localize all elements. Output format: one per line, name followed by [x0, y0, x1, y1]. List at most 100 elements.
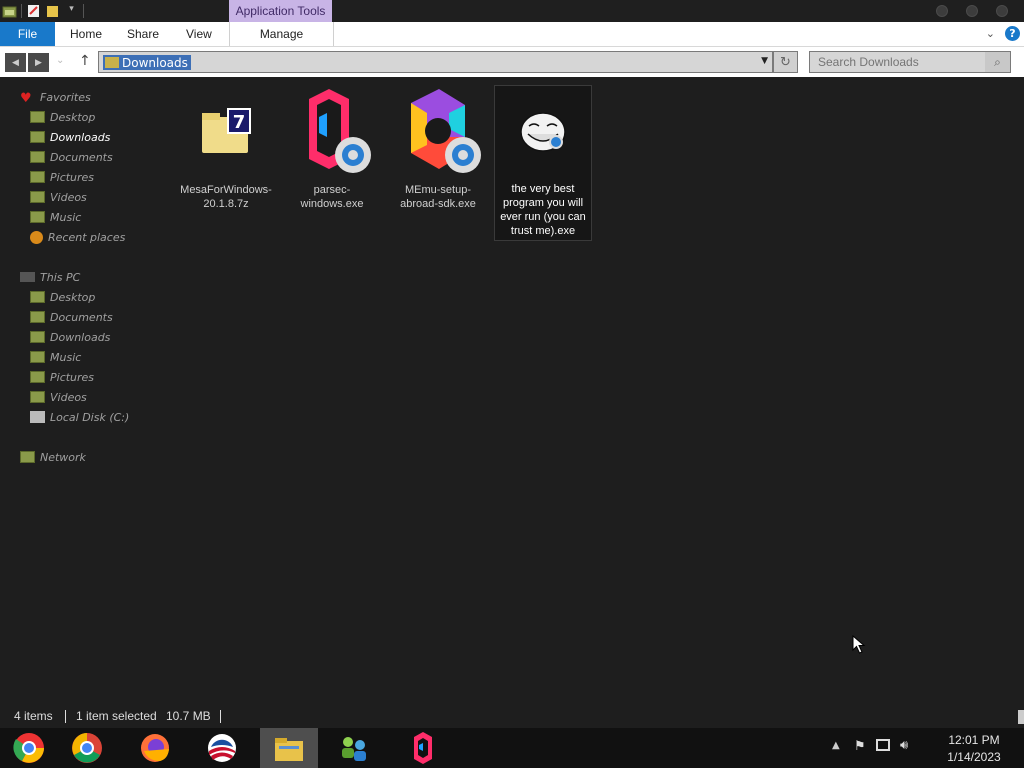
sidebar-item-downloads[interactable]: Downloads — [30, 128, 110, 146]
status-bar: 4 items 1 item selected 10.7 MB — [0, 707, 1024, 727]
sidebar-item-pc-documents[interactable]: Documents — [30, 308, 113, 326]
application-tools-tab[interactable]: Application Tools — [229, 0, 332, 22]
sidebar-label: Music — [50, 350, 82, 364]
parsec-icon[interactable] — [394, 728, 452, 768]
file-item-selected[interactable]: the very best program you will ever run … — [494, 85, 592, 241]
volume-icon[interactable]: 🔊︎ — [900, 738, 908, 753]
downloads-folder-icon — [30, 331, 45, 343]
pictures-folder-icon — [30, 371, 45, 383]
sidebar-favorites[interactable]: ♥ Favorites — [20, 88, 91, 107]
file-item[interactable]: MEmu-setup-abroad-sdk.exe — [390, 87, 486, 211]
sidebar-item-pictures[interactable]: Pictures — [30, 168, 94, 186]
sidebar-label: Desktop — [50, 110, 96, 124]
recent-locations-icon[interactable]: ⌄ — [56, 55, 64, 66]
back-button[interactable]: ◀ — [5, 53, 26, 72]
new-folder-icon[interactable] — [45, 4, 60, 18]
minimize-button[interactable] — [936, 5, 948, 17]
chevron-down-icon[interactable]: ▾ — [64, 4, 79, 18]
sidebar-item-desktop[interactable]: Desktop — [30, 108, 95, 126]
tab-view[interactable]: View — [186, 22, 212, 46]
large-icons-view-icon[interactable] — [1018, 710, 1024, 724]
parsec-setup-icon — [285, 87, 379, 181]
sidebar-item-pc-videos[interactable]: Videos — [30, 388, 87, 406]
divider — [21, 4, 22, 18]
file-item[interactable]: parsec-windows.exe — [284, 87, 380, 211]
sidebar-label: Local Disk (C:) — [50, 410, 130, 424]
sidebar-this-pc[interactable]: This PC — [20, 268, 80, 286]
selection-count: 1 item selected — [76, 709, 157, 723]
chrome-icon[interactable] — [58, 728, 116, 768]
expand-ribbon-icon[interactable]: ⌄ — [986, 27, 995, 40]
clock-time: 12:01 PM — [948, 733, 1000, 747]
file-view: 7 MesaForWindows-20.1.8.7z parsec-window… — [160, 77, 1024, 697]
properties-icon[interactable] — [26, 4, 41, 18]
address-path-text: Downloads — [122, 55, 188, 70]
show-hidden-icons-icon[interactable]: ▲ — [832, 740, 840, 751]
address-bar[interactable]: Downloads ▼ — [98, 51, 773, 73]
tab-manage[interactable]: Manage — [229, 22, 334, 46]
sidebar-item-recent-places[interactable]: Recent places — [30, 228, 125, 246]
navigation-bar: ◀ ▶ ⌄ ↑ Downloads ▼ ↻ ⌕ — [0, 47, 1024, 77]
clock[interactable]: 12:01 PM 1/14/2023 — [934, 732, 1014, 766]
file-item[interactable]: 7 MesaForWindows-20.1.8.7z — [178, 87, 274, 211]
help-icon[interactable]: ? — [1005, 26, 1020, 41]
sidebar-item-pc-downloads[interactable]: Downloads — [30, 328, 110, 346]
pictures-folder-icon — [30, 171, 45, 183]
firefox-icon[interactable] — [126, 728, 184, 768]
clock-date: 1/14/2023 — [947, 750, 1001, 764]
address-path[interactable]: Downloads — [103, 55, 191, 70]
forward-button[interactable]: ▶ — [28, 53, 49, 72]
sidebar-item-pc-music[interactable]: Music — [30, 348, 81, 366]
file-name: MEmu-setup-abroad-sdk.exe — [400, 184, 476, 210]
file-name: the very best program you will ever run … — [500, 183, 586, 237]
file-explorer-icon[interactable] — [260, 728, 318, 768]
tab-share[interactable]: Share — [127, 22, 159, 46]
sidebar-label: Videos — [50, 390, 87, 404]
explorer-app-icon[interactable] — [2, 4, 17, 18]
item-count: 4 items — [14, 709, 53, 723]
7z-archive-icon: 7 — [179, 87, 273, 181]
drive-icon — [30, 411, 45, 423]
search-icon[interactable]: ⌕ — [985, 52, 1010, 72]
taskbar: ▲ ⚑ 🔊︎ 12:01 PM 1/14/2023 — [0, 728, 1024, 768]
tab-file[interactable]: File — [0, 22, 55, 46]
sidebar-label: Network — [40, 450, 86, 464]
up-arrow-icon[interactable]: ↑ — [79, 53, 91, 69]
divider — [220, 710, 221, 723]
sidebar-label: Pictures — [50, 170, 95, 184]
downloads-folder-icon — [30, 131, 45, 143]
network-people-icon[interactable] — [325, 728, 383, 768]
tab-home[interactable]: Home — [70, 22, 102, 46]
documents-folder-icon — [30, 151, 45, 163]
sidebar-item-pc-pictures[interactable]: Pictures — [30, 368, 94, 386]
sidebar-item-documents[interactable]: Documents — [30, 148, 113, 166]
mouse-cursor-icon — [852, 634, 866, 658]
sidebar-label: Videos — [50, 190, 87, 204]
window-controls — [936, 5, 1008, 17]
selection-size: 10.7 MB — [166, 709, 211, 723]
sidebar-item-local-disk[interactable]: Local Disk (C:) — [30, 408, 129, 426]
maximize-button[interactable] — [966, 5, 978, 17]
chevron-down-icon[interactable]: ▼ — [761, 56, 768, 66]
close-button[interactable] — [996, 5, 1008, 17]
refresh-button[interactable]: ↻ — [773, 51, 798, 73]
sidebar-item-music[interactable]: Music — [30, 208, 81, 226]
sidebar-network[interactable]: Network — [20, 448, 86, 466]
search-box[interactable]: ⌕ — [809, 51, 1011, 73]
search-input[interactable] — [810, 52, 986, 72]
sidebar-item-videos[interactable]: Videos — [30, 188, 87, 206]
sidebar-item-pc-desktop[interactable]: Desktop — [30, 288, 95, 306]
sidebar-label: This PC — [40, 270, 81, 284]
action-center-flag-icon[interactable]: ⚑ — [854, 739, 866, 754]
sidebar-label: Pictures — [50, 370, 95, 384]
start-button[interactable] — [0, 728, 58, 768]
network-icon[interactable] — [876, 739, 890, 751]
videos-folder-icon — [30, 191, 45, 203]
ribbon: File Home Share View Manage ⌄ ? — [0, 22, 1024, 47]
sidebar-label: Favorites — [40, 90, 91, 104]
divider — [65, 710, 66, 723]
obama-logo-icon[interactable] — [193, 728, 251, 768]
trollface-icon — [496, 86, 590, 180]
svg-text:7: 7 — [233, 112, 246, 133]
recent-places-icon — [30, 230, 43, 244]
